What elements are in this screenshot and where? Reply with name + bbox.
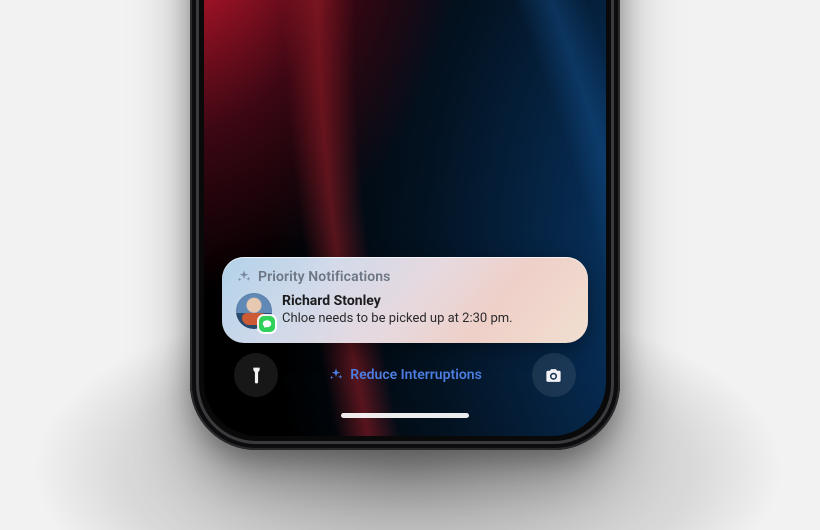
- camera-button[interactable]: [532, 353, 576, 397]
- lockscreen-bottom-row: Reduce Interruptions: [222, 353, 588, 397]
- focus-mode-label: Reduce Interruptions: [350, 367, 482, 383]
- priority-notifications-title: Priority Notifications: [258, 269, 390, 285]
- flashlight-button[interactable]: [234, 353, 278, 397]
- notification-text: Richard Stonley Chloe needs to be picked…: [282, 293, 513, 327]
- contact-avatar-wrap: [236, 293, 272, 329]
- messages-app-icon: [259, 316, 275, 332]
- lockscreen-bottom-zone: Priority Notifications Richard Stonley C…: [204, 257, 606, 418]
- priority-notifications-header: Priority Notifications: [236, 269, 574, 285]
- home-indicator[interactable]: [341, 413, 469, 418]
- iphone-device-frame: Priority Notifications Richard Stonley C…: [190, 0, 620, 450]
- priority-notifications-card[interactable]: Priority Notifications Richard Stonley C…: [222, 257, 588, 343]
- notification-message: Chloe needs to be picked up at 2:30 pm.: [282, 311, 513, 327]
- flashlight-icon: [247, 366, 266, 385]
- product-stage: Priority Notifications Richard Stonley C…: [0, 0, 820, 530]
- notification-item[interactable]: Richard Stonley Chloe needs to be picked…: [236, 293, 574, 329]
- lock-screen: Priority Notifications Richard Stonley C…: [204, 0, 606, 436]
- sparkle-icon: [328, 367, 344, 383]
- notification-contact-name: Richard Stonley: [282, 293, 513, 310]
- focus-mode-pill[interactable]: Reduce Interruptions: [328, 367, 482, 383]
- camera-icon: [544, 366, 563, 385]
- sparkle-icon: [236, 269, 252, 285]
